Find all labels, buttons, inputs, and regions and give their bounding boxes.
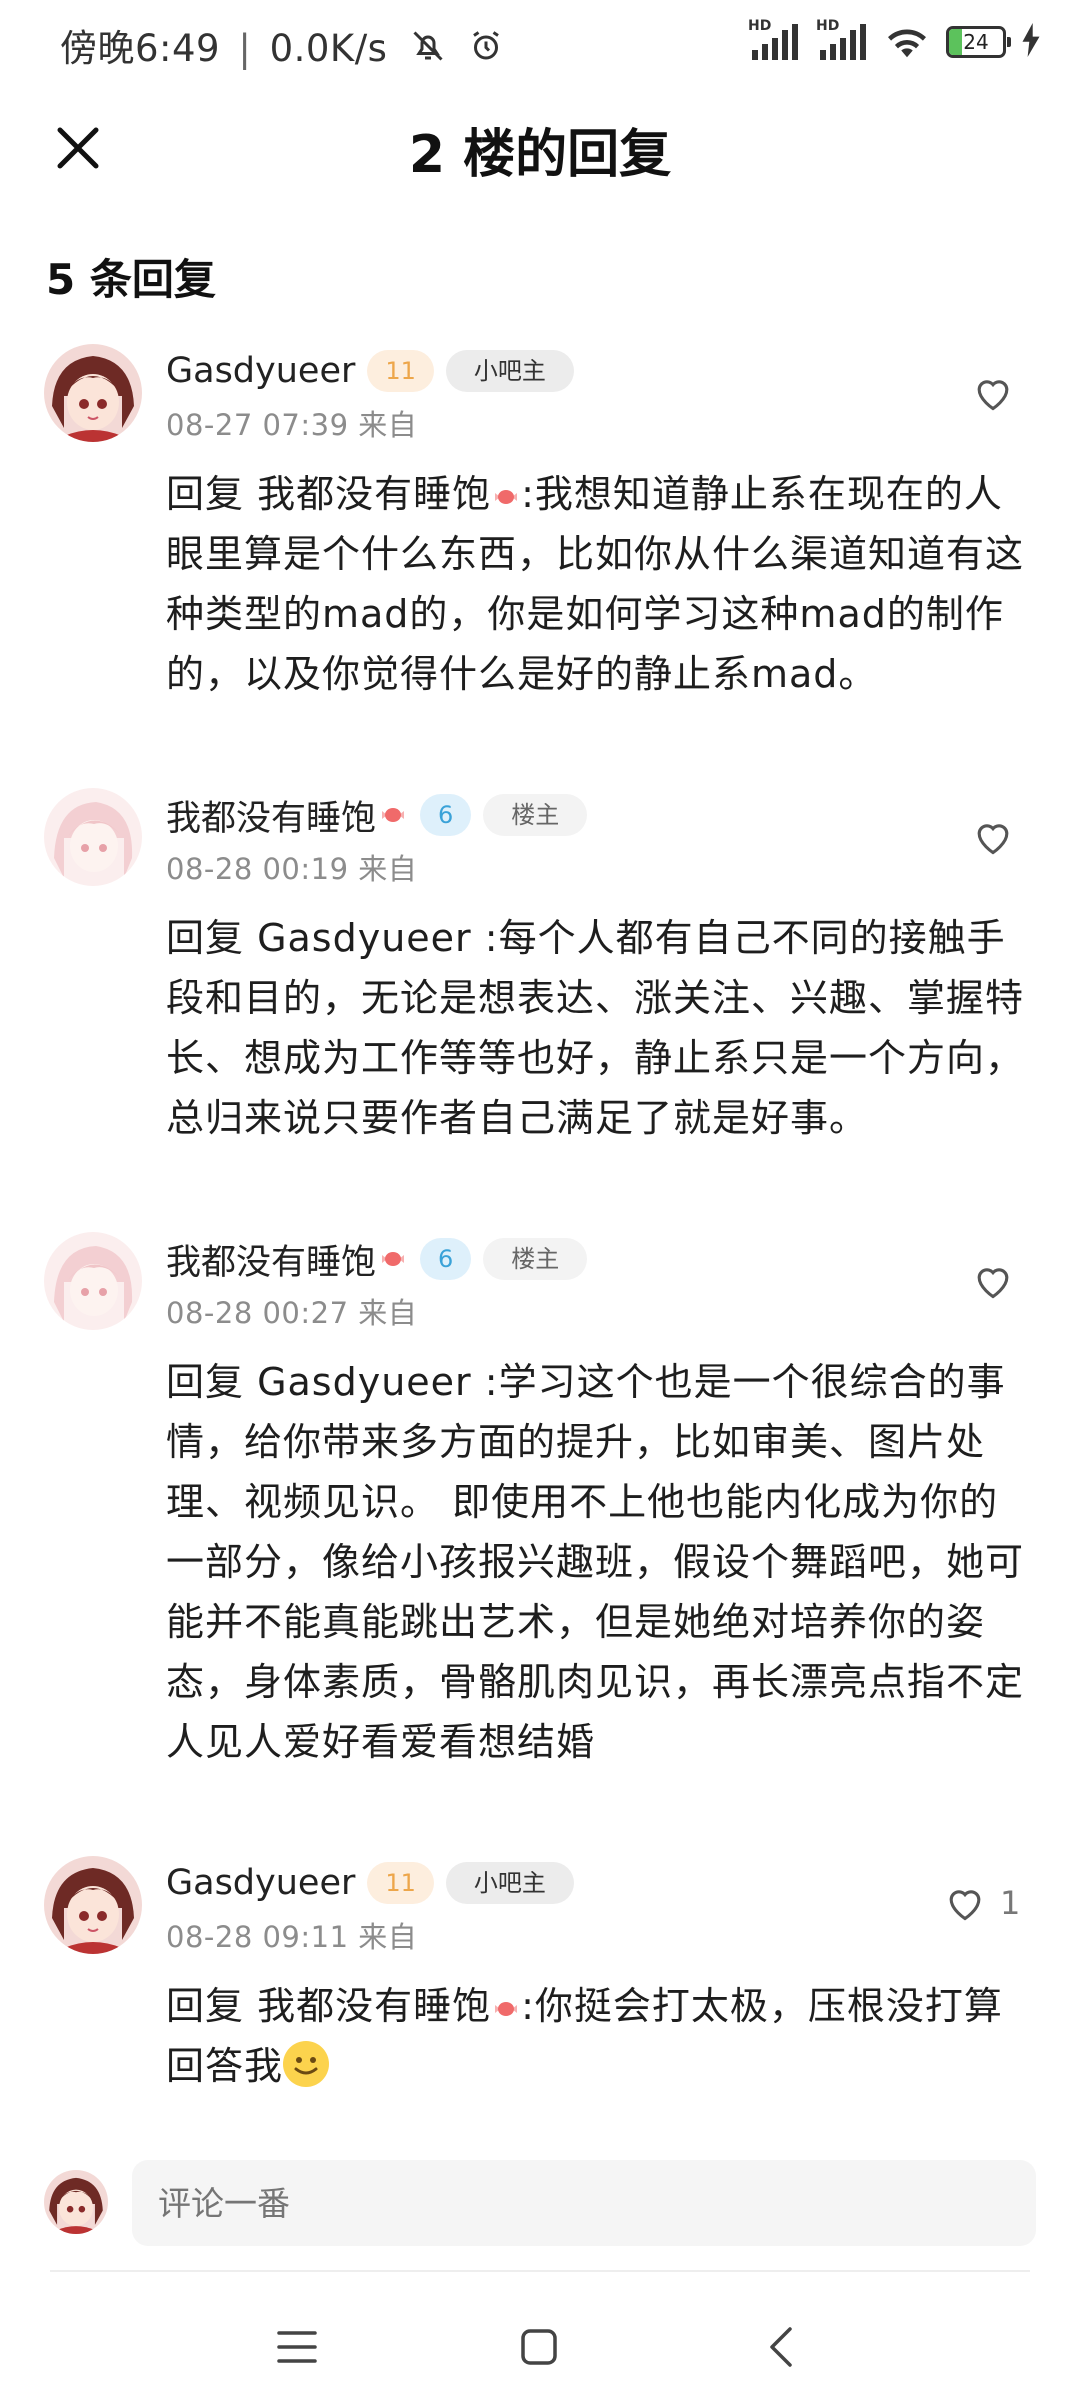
status-divider: |	[238, 27, 252, 70]
menu-icon[interactable]	[262, 2312, 332, 2382]
reply-source: 来自	[358, 408, 418, 442]
candy-icon	[382, 1252, 405, 1266]
like-button[interactable]	[972, 818, 1014, 856]
like-button[interactable]	[972, 1262, 1014, 1300]
heart-outline-icon	[977, 824, 1009, 855]
square-home-icon[interactable]	[504, 2312, 574, 2382]
level-badge: 11	[367, 1862, 434, 1904]
reply-content: 回复 Gasdyueer :每个人都有自己不同的接触手段和目的，无论是想表达、涨…	[166, 908, 1036, 1148]
reply-meta: 08-28 00:19 来自	[166, 846, 417, 888]
level-badge: 6	[420, 794, 472, 836]
comment-bar	[0, 2154, 1080, 2264]
user-row: 我都没有睡饱 6 楼主	[166, 1234, 588, 1285]
network-speed: 0.0K/s	[269, 27, 388, 70]
like-button[interactable]: 1	[944, 1884, 1020, 1922]
page-title: 2 楼的回复	[408, 125, 672, 185]
role-badge: 楼主	[483, 794, 588, 836]
battery-icon: 24	[946, 26, 1011, 58]
my-avatar	[44, 2170, 108, 2234]
user-row: 我都没有睡饱 6 楼主	[166, 790, 588, 841]
heart-outline-icon	[977, 380, 1009, 411]
avatar[interactable]	[44, 1856, 142, 1954]
reply-meta: 08-27 07:39 来自	[166, 402, 417, 444]
alarm-icon	[468, 28, 504, 73]
reply-content: 回复 我都没有睡饱:我想知道静止系在现在的人眼里算是个什么东西，比如你从什么渠道…	[166, 464, 1036, 704]
user-row: Gasdyueer 11 小吧主	[166, 346, 574, 396]
status-time: 傍晚6:49	[60, 27, 221, 70]
heart-outline-icon	[977, 1268, 1009, 1299]
comment-input[interactable]	[132, 2160, 1036, 2246]
status-bar: 傍晚6:49 | 0.0K/s HD HD 24	[0, 0, 1080, 84]
like-count: 1	[1000, 1884, 1021, 1922]
username[interactable]: Gasdyueer	[166, 1863, 355, 1903]
status-left: 傍晚6:49 | 0.0K/s	[60, 18, 504, 73]
candy-icon	[495, 2001, 518, 2016]
charging-icon	[1022, 23, 1040, 61]
network-type-1: HD	[748, 18, 772, 34]
reply-text: :学习这个也是一个很综合的事情，给你带来多方面的提升，比如审美、图片处理、视频见…	[166, 1360, 1025, 1764]
header: 2 楼的回复	[0, 100, 1080, 196]
reply-prefix[interactable]: 回复 我都没有睡饱	[166, 1984, 491, 2028]
candy-icon	[495, 489, 518, 504]
role-badge: 小吧主	[445, 350, 574, 392]
candy-icon	[382, 808, 405, 822]
smile-emoji-icon	[283, 2041, 330, 2087]
reply-content: 回复 我都没有睡饱:你挺会打太极，压根没打算回答我	[166, 1976, 1036, 2096]
reply-prefix[interactable]: 回复 Gasdyueer	[166, 916, 485, 960]
user-row: Gasdyueer 11 小吧主	[166, 1858, 574, 1908]
username[interactable]: Gasdyueer	[166, 351, 355, 391]
heart-outline-icon	[949, 1890, 981, 1921]
signal-1-icon: HD	[748, 18, 800, 62]
avatar[interactable]	[44, 788, 142, 886]
avatar[interactable]	[44, 344, 142, 442]
reply-time: 08-28 00:27	[166, 1296, 349, 1330]
reply-source: 来自	[358, 1920, 418, 1954]
reply-content: 回复 Gasdyueer :学习这个也是一个很综合的事情，给你带来多方面的提升，…	[166, 1352, 1036, 1772]
battery-level: 24	[963, 30, 989, 54]
role-badge: 楼主	[483, 1238, 588, 1280]
role-badge: 小吧主	[445, 1862, 574, 1904]
like-button[interactable]	[972, 374, 1014, 412]
reply-source: 来自	[358, 1296, 418, 1330]
reply-time: 08-28 09:11	[166, 1920, 349, 1954]
reply-time: 08-27 07:39	[166, 408, 349, 442]
level-badge: 11	[367, 350, 434, 392]
system-navbar	[0, 2290, 1080, 2400]
network-type-2: HD	[816, 18, 840, 34]
signal-2-icon: HD	[816, 18, 868, 62]
level-badge: 6	[420, 1238, 472, 1280]
reply-prefix[interactable]: 回复 我都没有睡饱	[166, 472, 491, 516]
back-chevron-icon[interactable]	[746, 2312, 816, 2382]
status-right: HD HD 24	[748, 18, 1040, 64]
username[interactable]: 我都没有睡饱	[166, 790, 376, 841]
reply-count: 5 条回复	[46, 255, 216, 304]
username[interactable]: 我都没有睡饱	[166, 1234, 376, 1285]
divider	[50, 2270, 1030, 2272]
mute-bell-icon	[410, 28, 446, 73]
wifi-icon	[884, 22, 930, 62]
reply-meta: 08-28 09:11 来自	[166, 1914, 417, 1956]
avatar[interactable]	[44, 1232, 142, 1330]
reply-meta: 08-28 00:27 来自	[166, 1290, 417, 1332]
reply-source: 来自	[358, 852, 418, 886]
reply-time: 08-28 00:19	[166, 852, 349, 886]
reply-prefix[interactable]: 回复 Gasdyueer	[166, 1360, 485, 1404]
